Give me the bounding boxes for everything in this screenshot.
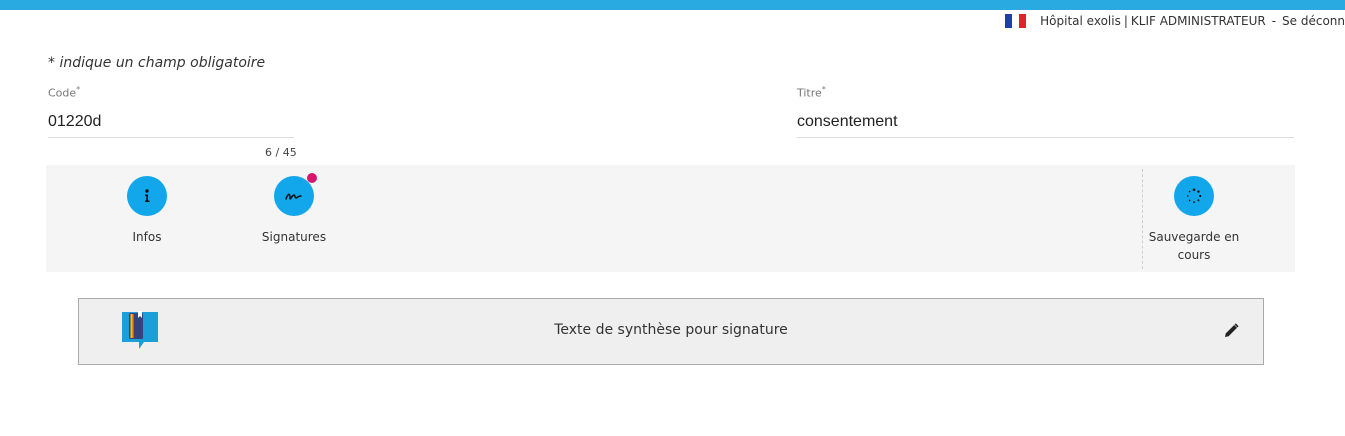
- toolbar-divider: [1142, 169, 1143, 269]
- hospital-name: Hôpital exolis: [1040, 14, 1121, 28]
- synthesis-title: Texte de synthèse pour signature: [554, 322, 788, 338]
- code-field[interactable]: Code* 01220d: [48, 85, 294, 138]
- titre-field[interactable]: Titre* consentement: [797, 85, 1294, 138]
- infos-button[interactable]: Infos: [97, 176, 197, 246]
- required-note: * indique un champ obligatoire: [48, 55, 266, 71]
- save-status-label: Sauvegarde en cours: [1148, 230, 1240, 262]
- separator: -: [1271, 14, 1277, 28]
- user-name[interactable]: KLIF ADMINISTRATEUR: [1131, 14, 1266, 28]
- code-input[interactable]: 01220d: [48, 113, 294, 138]
- code-label: Code*: [48, 85, 81, 100]
- signature-icon[interactable]: [274, 173, 317, 216]
- signatures-button[interactable]: Signatures: [244, 173, 344, 246]
- signatures-label: Signatures: [261, 230, 327, 244]
- titre-label: Titre*: [797, 85, 826, 100]
- user-bar: Hôpital exolis | KLIF ADMINISTRATEUR - S…: [1005, 12, 1345, 30]
- action-toolbar: Infos Signatures Sauvegarde en cours: [46, 165, 1295, 272]
- top-accent-bar: [0, 0, 1345, 10]
- notification-badge: [307, 173, 317, 183]
- synthesis-panel[interactable]: Texte de synthèse pour signature: [78, 298, 1264, 365]
- pencil-icon[interactable]: [1223, 323, 1239, 344]
- saving-spinner-icon: [1174, 176, 1214, 216]
- titre-input[interactable]: consentement: [797, 113, 1294, 138]
- character-counter: 6 / 45: [265, 146, 297, 159]
- infos-label: Infos: [132, 230, 162, 244]
- french-flag-icon[interactable]: [1005, 14, 1027, 28]
- logout-link[interactable]: Se déconn: [1282, 14, 1345, 28]
- separator: |: [1123, 14, 1128, 28]
- save-status: Sauvegarde en cours: [1144, 176, 1244, 264]
- info-icon[interactable]: [127, 176, 167, 216]
